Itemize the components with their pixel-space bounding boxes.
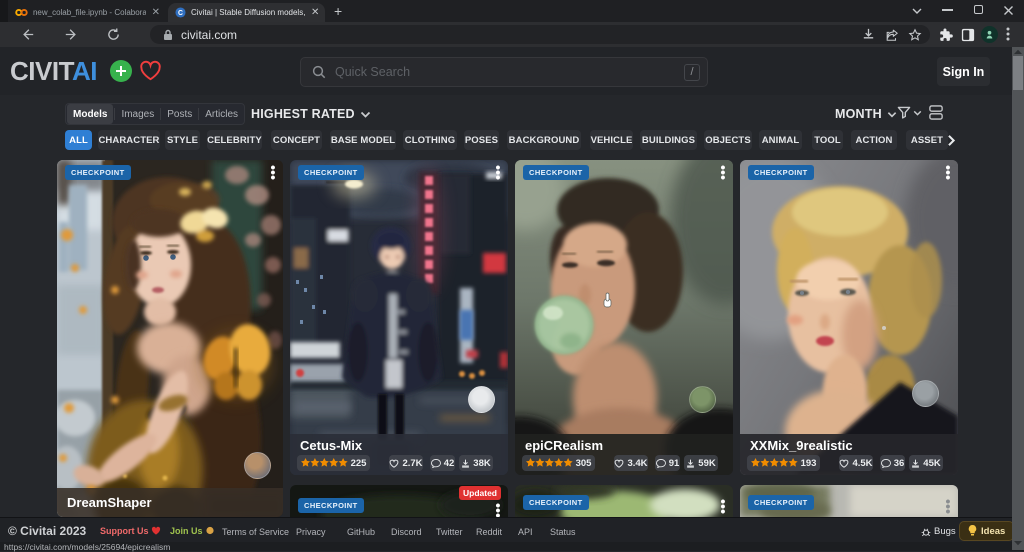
svg-text:C: C [178,10,183,17]
